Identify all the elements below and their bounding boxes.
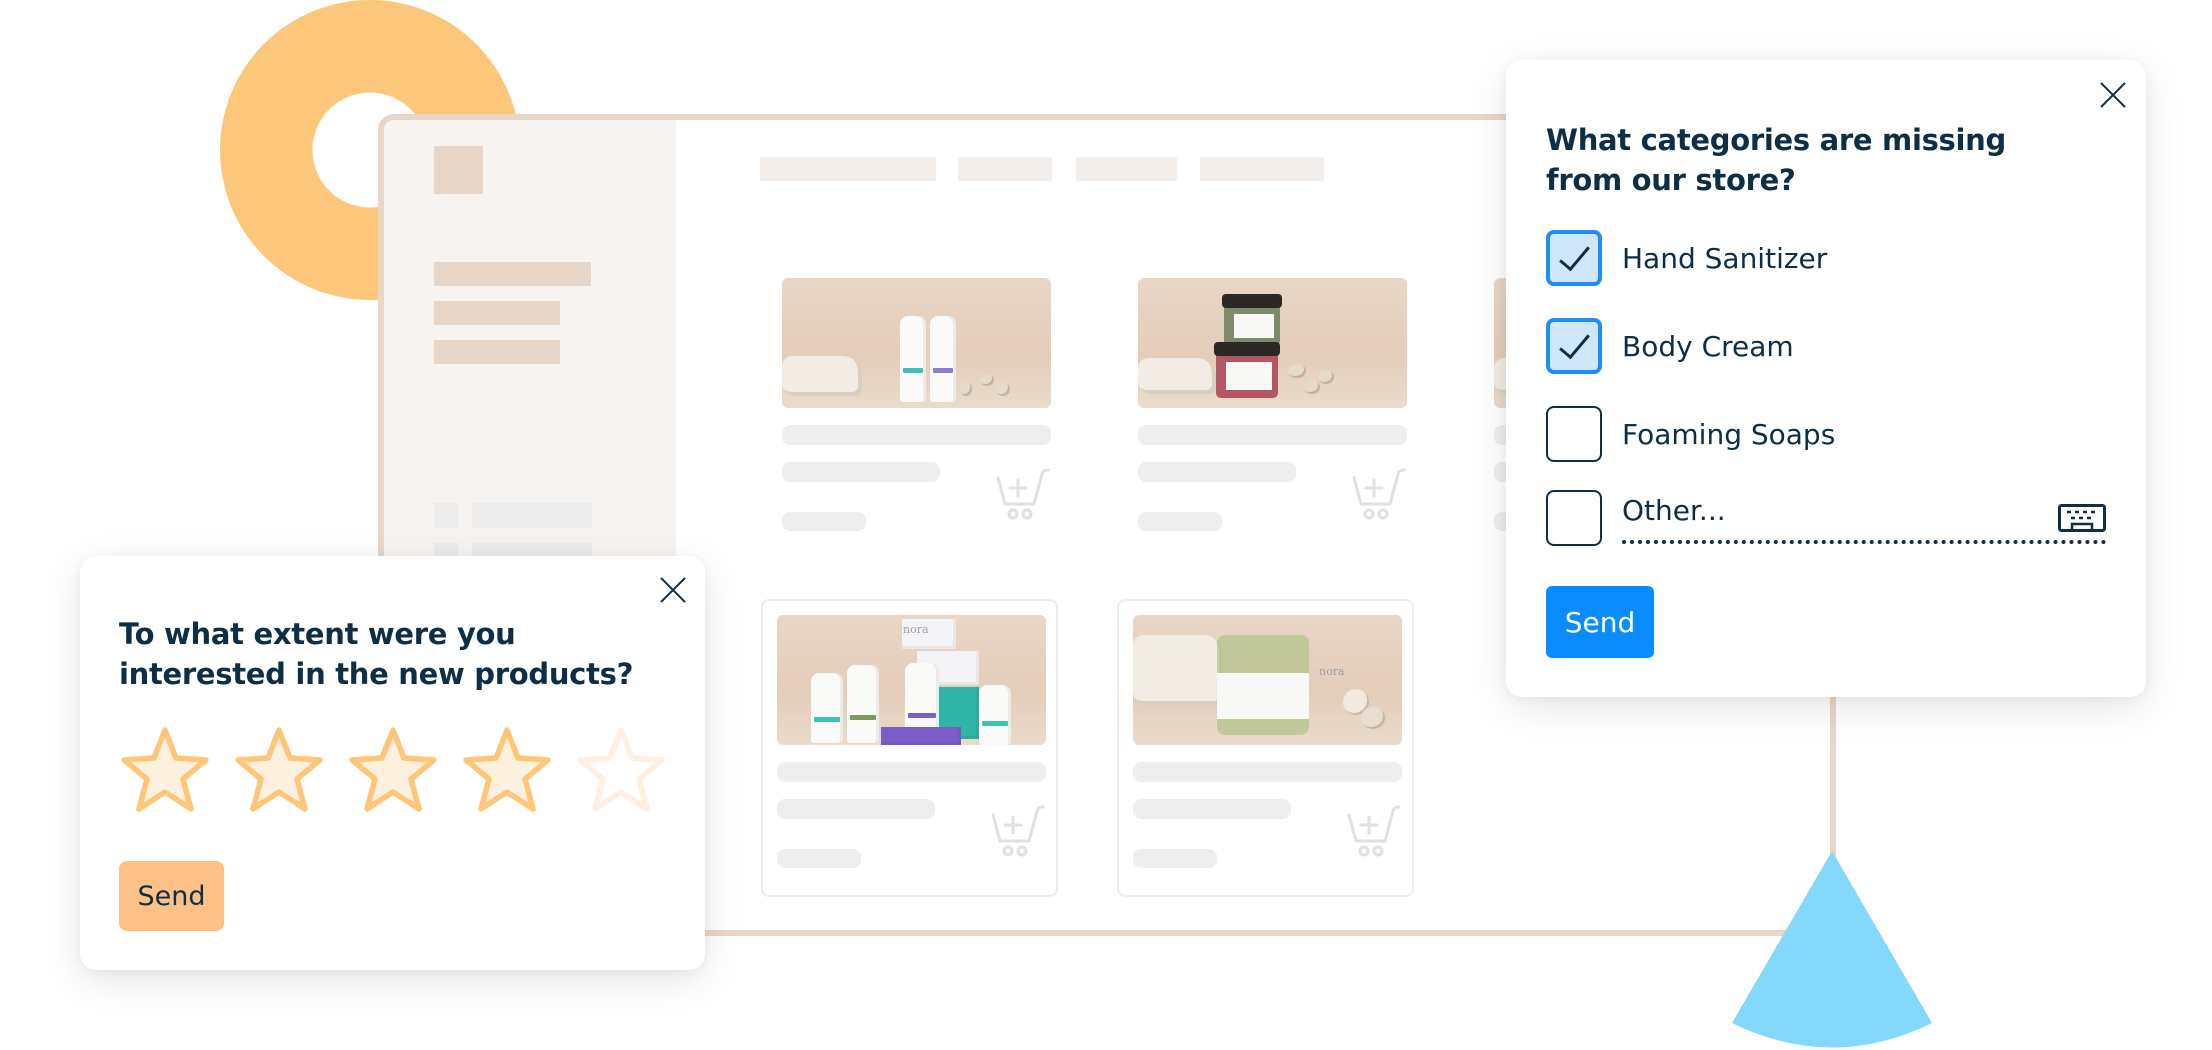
product-title-placeholder bbox=[1138, 425, 1407, 445]
checkbox[interactable] bbox=[1546, 406, 1602, 462]
nav-link-placeholder[interactable] bbox=[760, 157, 936, 181]
add-to-cart-icon[interactable] bbox=[1352, 468, 1406, 520]
product-card[interactable] bbox=[768, 264, 1065, 562]
sidebar-item-placeholder[interactable] bbox=[434, 340, 560, 364]
option-label: Foaming Soaps bbox=[1622, 417, 1836, 451]
product-image[interactable] bbox=[782, 278, 1051, 408]
send-button[interactable]: Send bbox=[119, 861, 224, 931]
star-rating[interactable] bbox=[118, 724, 668, 818]
checkbox[interactable] bbox=[1546, 318, 1602, 374]
star-icon-filled[interactable] bbox=[346, 724, 440, 818]
product-title-placeholder bbox=[777, 762, 1046, 782]
star-icon-filled[interactable] bbox=[118, 724, 212, 818]
sidebar-filter-checkbox-placeholder[interactable] bbox=[434, 503, 458, 528]
star-icon-filled[interactable] bbox=[232, 724, 326, 818]
decorative-cone bbox=[1732, 851, 1932, 1048]
option-hand-sanitizer[interactable]: Hand Sanitizer bbox=[1546, 230, 1827, 286]
option-body-cream[interactable]: Body Cream bbox=[1546, 318, 1794, 374]
product-card[interactable]: nora bbox=[1117, 599, 1414, 897]
send-button[interactable]: Send bbox=[1546, 586, 1654, 658]
nav-link-placeholder[interactable] bbox=[1076, 157, 1177, 181]
checkbox[interactable] bbox=[1546, 490, 1602, 546]
add-to-cart-icon[interactable] bbox=[991, 805, 1045, 857]
star-icon-filled[interactable] bbox=[460, 724, 554, 818]
product-brand: nora bbox=[903, 623, 929, 636]
option-label: Body Cream bbox=[1622, 329, 1794, 363]
close-icon[interactable] bbox=[660, 577, 686, 603]
checkbox[interactable] bbox=[1546, 230, 1602, 286]
keyboard-icon[interactable] bbox=[2058, 504, 2106, 532]
survey-question: To what extent were you interested in th… bbox=[119, 617, 634, 691]
product-brand: nora bbox=[1319, 665, 1345, 678]
product-card[interactable] bbox=[1124, 264, 1421, 562]
sidebar-filter-label-placeholder bbox=[472, 503, 592, 528]
star-icon-empty[interactable] bbox=[574, 724, 668, 818]
category-survey-popup: What categories are missing from our sto… bbox=[1506, 60, 2146, 697]
product-subtitle-placeholder bbox=[1138, 462, 1296, 482]
product-price-placeholder bbox=[782, 512, 866, 531]
add-to-cart-icon[interactable] bbox=[1347, 805, 1401, 857]
option-other[interactable] bbox=[1546, 490, 1602, 546]
product-subtitle-placeholder bbox=[1133, 799, 1291, 819]
store-logo-placeholder bbox=[434, 146, 483, 194]
add-to-cart-icon[interactable] bbox=[996, 468, 1050, 520]
product-title-placeholder bbox=[782, 425, 1051, 445]
sidebar-item-placeholder[interactable] bbox=[434, 301, 560, 325]
sidebar-item-placeholder[interactable] bbox=[434, 262, 591, 286]
other-text-input[interactable] bbox=[1622, 486, 2106, 544]
product-card[interactable]: nora bbox=[761, 599, 1058, 897]
product-image[interactable]: nora bbox=[1133, 615, 1402, 745]
product-price-placeholder bbox=[1138, 512, 1222, 531]
option-label: Hand Sanitizer bbox=[1622, 241, 1828, 275]
rating-survey-popup: To what extent were you interested in th… bbox=[80, 556, 705, 970]
option-foaming-soaps[interactable]: Foaming Soaps bbox=[1546, 406, 1835, 462]
product-image[interactable] bbox=[1138, 278, 1407, 408]
close-icon[interactable] bbox=[2100, 82, 2126, 108]
product-price-placeholder bbox=[777, 849, 861, 868]
product-title-placeholder bbox=[1133, 762, 1402, 782]
product-subtitle-placeholder bbox=[777, 799, 935, 819]
nav-link-placeholder[interactable] bbox=[958, 157, 1052, 181]
survey-question: What categories are missing from our sto… bbox=[1546, 123, 2006, 197]
product-image[interactable]: nora bbox=[777, 615, 1046, 745]
product-subtitle-placeholder bbox=[782, 462, 940, 482]
product-price-placeholder bbox=[1133, 849, 1217, 868]
nav-link-placeholder[interactable] bbox=[1200, 157, 1324, 181]
